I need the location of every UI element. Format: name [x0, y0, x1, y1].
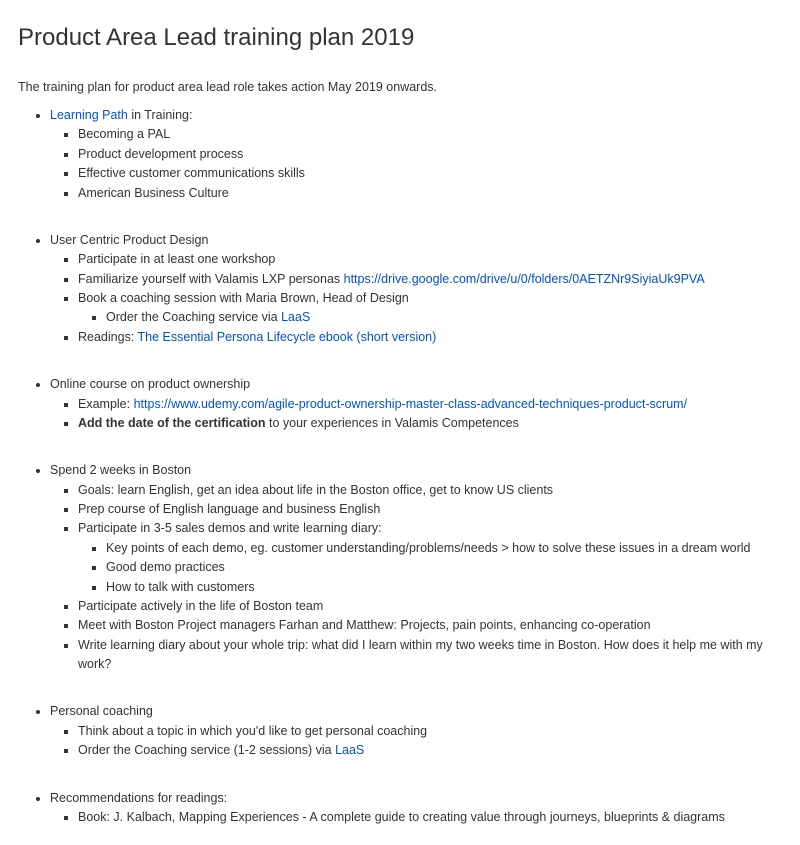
intro-paragraph: The training plan for product area lead … — [18, 80, 782, 94]
text: Maria Brown, Head of Design — [245, 291, 408, 305]
text-bold: Add the date of the certification — [78, 416, 266, 430]
list-item: Familiarize yourself with Valamis LXP pe… — [78, 270, 782, 289]
text: Example: — [78, 397, 134, 411]
text: to your experiences in Valamis Competenc… — [266, 416, 519, 430]
list-item: Key points of each demo, eg. customer un… — [106, 539, 782, 558]
list-item: Participate actively in the life of Bost… — [78, 597, 782, 616]
page-title: Product Area Lead training plan 2019 — [18, 24, 782, 52]
list-item: Add the date of the certification to you… — [78, 414, 782, 433]
list-item: Effective customer communications skills — [78, 164, 782, 183]
text: Order the Coaching service (1-2 sessions… — [78, 743, 335, 757]
udemy-link[interactable]: https://www.udemy.com/agile-product-owne… — [134, 397, 687, 411]
list-item: Readings: The Essential Persona Lifecycl… — [78, 328, 782, 347]
readings-link[interactable]: The Essential Persona Lifecycle ebook (s… — [138, 330, 437, 344]
boston-demos-sublist: Key points of each demo, eg. customer un… — [78, 539, 782, 597]
readings-items: Book: J. Kalbach, Mapping Experiences - … — [50, 808, 782, 827]
coaching-items: Think about a topic in which you'd like … — [50, 722, 782, 761]
list-item: Prep course of English language and busi… — [78, 500, 782, 519]
personas-link[interactable]: https://drive.google.com/drive/u/0/folde… — [344, 272, 705, 286]
list-item: American Business Culture — [78, 184, 782, 203]
section-heading: User Centric Product Design — [50, 233, 208, 247]
text: Order the Coaching service via — [106, 310, 281, 324]
text: Readings: — [78, 330, 138, 344]
section-heading: Recommendations for readings: — [50, 791, 227, 805]
list-item: Product development process — [78, 145, 782, 164]
section-boston: Spend 2 weeks in Boston Goals: learn Eng… — [50, 461, 782, 674]
learning-path-suffix: in Training: — [128, 108, 193, 122]
section-heading: Spend 2 weeks in Boston — [50, 463, 191, 477]
list-item: Book: J. Kalbach, Mapping Experiences - … — [78, 808, 782, 827]
laas-link[interactable]: LaaS — [335, 743, 364, 757]
section-readings: Recommendations for readings: Book: J. K… — [50, 789, 782, 828]
list-item: Book a coaching session with Maria Brown… — [78, 289, 782, 328]
online-course-items: Example: https://www.udemy.com/agile-pro… — [50, 395, 782, 434]
list-item: Good demo practices — [106, 558, 782, 577]
text: Participate in 3-5 sales demos and write… — [78, 521, 382, 535]
section-heading: Online course on product ownership — [50, 377, 250, 391]
list-item: Participate in at least one workshop — [78, 250, 782, 269]
ucpd-items: Participate in at least one workshop Fam… — [50, 250, 782, 347]
list-item: Example: https://www.udemy.com/agile-pro… — [78, 395, 782, 414]
text: Familiarize yourself with Valamis LXP pe… — [78, 272, 344, 286]
laas-link[interactable]: LaaS — [281, 310, 310, 324]
section-learning-path: Learning Path in Training: Becoming a PA… — [50, 106, 782, 203]
list-item: Meet with Boston Project managers Farhan… — [78, 616, 782, 635]
learning-path-items: Becoming a PAL Product development proce… — [50, 125, 782, 203]
training-plan-list: Learning Path in Training: Becoming a PA… — [18, 106, 782, 827]
document-page: Product Area Lead training plan 2019 The… — [0, 0, 800, 845]
learning-path-link[interactable]: Learning Path — [50, 108, 128, 122]
list-item: Becoming a PAL — [78, 125, 782, 144]
text: Book a coaching session with — [78, 291, 245, 305]
list-item: How to talk with customers — [106, 578, 782, 597]
list-item: Think about a topic in which you'd like … — [78, 722, 782, 741]
coaching-sublist: Order the Coaching service via LaaS — [78, 308, 782, 327]
section-ucpd: User Centric Product Design Participate … — [50, 231, 782, 347]
section-heading: Personal coaching — [50, 704, 153, 718]
section-online-course: Online course on product ownership Examp… — [50, 375, 782, 433]
boston-items: Goals: learn English, get an idea about … — [50, 481, 782, 675]
list-item: Participate in 3-5 sales demos and write… — [78, 519, 782, 597]
list-item: Goals: learn English, get an idea about … — [78, 481, 782, 500]
list-item: Order the Coaching service via LaaS — [106, 308, 782, 327]
section-personal-coaching: Personal coaching Think about a topic in… — [50, 702, 782, 760]
list-item: Write learning diary about your whole tr… — [78, 636, 782, 675]
list-item: Order the Coaching service (1-2 sessions… — [78, 741, 782, 760]
